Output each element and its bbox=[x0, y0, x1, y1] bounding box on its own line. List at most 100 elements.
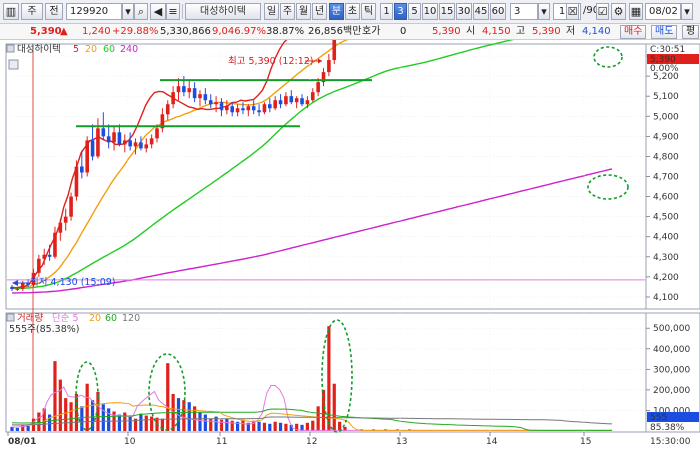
price-tick-label: 4,700 bbox=[653, 173, 679, 183]
candle-body bbox=[74, 166, 79, 197]
stock-chart[interactable]: 5,3005,2005,1005,0004,9004,8004,7004,600… bbox=[0, 40, 700, 449]
volume-sub-label: 555주(85.38%) bbox=[9, 324, 80, 335]
period-minute-button[interactable]: 분 bbox=[329, 3, 344, 20]
volume-bar bbox=[64, 398, 68, 431]
candle-body bbox=[128, 140, 132, 147]
candle-body bbox=[69, 196, 73, 217]
x-tick-label: 14 bbox=[486, 437, 498, 447]
price-change-pct: +29.88% bbox=[112, 26, 159, 37]
volume-bar bbox=[316, 406, 320, 431]
volume-bar bbox=[219, 419, 224, 431]
minute-10-button[interactable]: 10 bbox=[422, 3, 438, 20]
minute-60-button[interactable]: 60 bbox=[490, 3, 506, 20]
volume-bar bbox=[241, 419, 245, 431]
toolbar-separator bbox=[182, 4, 183, 19]
price-tick-label: 4,800 bbox=[653, 152, 679, 162]
candle-body bbox=[42, 254, 47, 259]
sound-icon[interactable]: ◀ bbox=[150, 3, 166, 20]
candle-body bbox=[300, 98, 304, 105]
chart-menu-icon[interactable]: ▥ bbox=[3, 3, 19, 20]
volume-bar bbox=[278, 422, 283, 431]
market-select[interactable]: 주 bbox=[21, 3, 43, 20]
volume-bar bbox=[150, 416, 154, 431]
search-icon[interactable]: ⌕ bbox=[134, 3, 148, 20]
period-week-button[interactable]: 주 bbox=[280, 3, 295, 20]
candle-body bbox=[53, 232, 57, 257]
volume-bar bbox=[37, 412, 41, 431]
period-tick-button[interactable]: 틱 bbox=[361, 3, 376, 20]
candle-body bbox=[214, 102, 218, 105]
volume-bar bbox=[268, 423, 272, 431]
period-year-button[interactable]: 년 bbox=[312, 3, 327, 20]
price-up-icon: ▲ bbox=[60, 26, 68, 37]
candle-body bbox=[117, 132, 122, 145]
sell-button[interactable]: 매도 bbox=[651, 25, 678, 39]
volume-bar bbox=[144, 415, 148, 431]
panel-settings-icon[interactable] bbox=[8, 59, 19, 70]
x-tick-label: 15 bbox=[580, 437, 591, 447]
prefix-select[interactable]: 전 bbox=[45, 3, 63, 20]
grid-toggle-icon[interactable]: ☑ bbox=[596, 3, 609, 20]
interval-dropdown-icon[interactable]: ▾ bbox=[538, 3, 550, 20]
price-tick-label: 4,600 bbox=[653, 193, 679, 203]
price-tick-label: 5,000 bbox=[653, 112, 679, 122]
low-price: 4,140 bbox=[582, 26, 611, 37]
date-input[interactable]: 08/02 bbox=[645, 3, 681, 20]
legend-ma5: 5 bbox=[73, 44, 79, 55]
x-tick-label: 12 bbox=[306, 437, 317, 447]
list-icon[interactable]: ≡ bbox=[166, 3, 180, 20]
x-toggle-icon[interactable]: ☒ bbox=[566, 3, 579, 20]
volume-bar bbox=[101, 404, 105, 431]
candle-body bbox=[257, 110, 261, 113]
volume-panel-menu-icon[interactable] bbox=[6, 313, 15, 322]
minute-30-button[interactable]: 30 bbox=[456, 3, 472, 20]
volume-tick-label: 300,000 bbox=[653, 365, 690, 375]
panel-menu-icon[interactable] bbox=[6, 44, 15, 53]
candle-body bbox=[80, 166, 84, 173]
period-month-button[interactable]: 월 bbox=[296, 3, 311, 20]
minute-15-button[interactable]: 15 bbox=[439, 3, 455, 20]
candle-body bbox=[225, 106, 229, 111]
candle-body bbox=[273, 100, 277, 109]
x-tick-label: 10 bbox=[124, 437, 136, 447]
volume-legend-ma60: 60 bbox=[105, 313, 117, 324]
buy-button[interactable]: 매수 bbox=[620, 25, 647, 39]
volume-bar bbox=[117, 414, 122, 431]
volume-bar bbox=[187, 402, 191, 431]
hoga-price: 5,390 bbox=[432, 26, 461, 37]
price-tick-label: 4,900 bbox=[653, 132, 679, 142]
volume-bar bbox=[311, 420, 315, 431]
candle-body bbox=[187, 88, 192, 93]
minute-1-button[interactable]: 1 bbox=[380, 3, 393, 20]
legend-ma60: 60 bbox=[103, 44, 115, 55]
gear-icon[interactable]: ⚙ bbox=[611, 3, 626, 20]
candle-body bbox=[58, 222, 63, 233]
volume-bar bbox=[107, 408, 111, 431]
code-dropdown-icon[interactable]: ▾ bbox=[122, 3, 134, 20]
minute-45-button[interactable]: 45 bbox=[473, 3, 489, 20]
candle-body bbox=[203, 94, 208, 101]
volume-bar bbox=[262, 422, 267, 431]
interval-select[interactable]: 3 bbox=[510, 3, 538, 20]
candle-body bbox=[230, 106, 235, 113]
volume-tick-label: 500,000 bbox=[653, 324, 690, 334]
volume-bar bbox=[230, 420, 234, 431]
candle-body bbox=[133, 142, 138, 147]
candle-body bbox=[235, 108, 240, 113]
date-dropdown-icon[interactable]: ▾ bbox=[681, 3, 693, 20]
max-price-label: 최고 5,390 (12:12) bbox=[228, 56, 314, 67]
extra-button[interactable]: 평 bbox=[682, 25, 700, 39]
calendar-icon[interactable]: ▦ bbox=[629, 3, 643, 20]
candle-body bbox=[198, 94, 202, 99]
volume-bar bbox=[10, 426, 14, 431]
trading-amount: 26,856백만 bbox=[308, 26, 362, 37]
minute-3-button[interactable]: 3 bbox=[394, 3, 407, 20]
stock-code-input[interactable]: 129920 bbox=[66, 3, 122, 20]
candle-body bbox=[37, 258, 41, 273]
volume-bar bbox=[123, 412, 127, 431]
period-day-button[interactable]: 일 bbox=[264, 3, 279, 20]
period-second-button[interactable]: 초 bbox=[345, 3, 360, 20]
price-tick-label: 4,300 bbox=[653, 253, 679, 263]
minute-5-button[interactable]: 5 bbox=[408, 3, 421, 20]
x-tick-label: 13 bbox=[396, 437, 407, 447]
